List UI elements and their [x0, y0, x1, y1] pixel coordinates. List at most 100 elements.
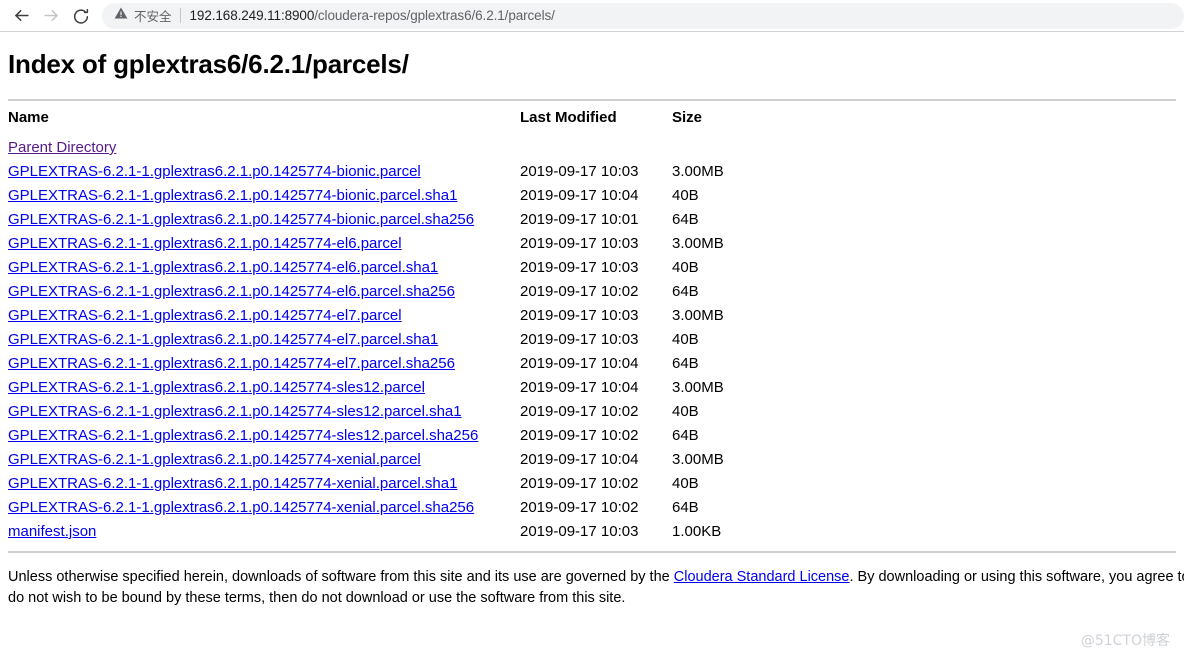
file-link[interactable]: GPLEXTRAS-6.2.1-1.gplextras6.2.1.p0.1425…	[8, 475, 457, 492]
file-size-cell: 40B	[672, 331, 699, 348]
table-row: GPLEXTRAS-6.2.1-1.gplextras6.2.1.p0.1425…	[8, 376, 724, 400]
file-size-cell: 64B	[672, 211, 699, 228]
file-name-cell: GPLEXTRAS-6.2.1-1.gplextras6.2.1.p0.1425…	[8, 448, 520, 472]
file-modified-cell: 2019-09-17 10:02	[520, 403, 639, 420]
column-header-last-modified: Last Modified	[520, 109, 617, 126]
cloudera-standard-license-link[interactable]: Cloudera Standard License	[674, 569, 850, 585]
table-row: GPLEXTRAS-6.2.1-1.gplextras6.2.1.p0.1425…	[8, 160, 724, 184]
table-row: manifest.json 2019-09-17 10:03 1.00KB	[8, 520, 724, 544]
file-link[interactable]: GPLEXTRAS-6.2.1-1.gplextras6.2.1.p0.1425…	[8, 259, 438, 276]
file-name-cell: GPLEXTRAS-6.2.1-1.gplextras6.2.1.p0.1425…	[8, 400, 520, 424]
table-row: GPLEXTRAS-6.2.1-1.gplextras6.2.1.p0.1425…	[8, 496, 724, 520]
file-size-cell: 40B	[672, 259, 699, 276]
file-link[interactable]: GPLEXTRAS-6.2.1-1.gplextras6.2.1.p0.1425…	[8, 235, 402, 252]
file-modified-cell: 2019-09-17 10:03	[520, 163, 639, 180]
file-name-cell: GPLEXTRAS-6.2.1-1.gplextras6.2.1.p0.1425…	[8, 208, 520, 232]
url-path: /cloudera-repos/gplextras6/6.2.1/parcels…	[314, 8, 555, 23]
file-modified-cell: 2019-09-17 10:01	[520, 211, 639, 228]
file-link[interactable]: GPLEXTRAS-6.2.1-1.gplextras6.2.1.p0.1425…	[8, 403, 462, 420]
file-modified-cell: 2019-09-17 10:03	[520, 307, 639, 324]
file-name-cell: GPLEXTRAS-6.2.1-1.gplextras6.2.1.p0.1425…	[8, 496, 520, 520]
reload-icon	[72, 7, 90, 25]
file-name-cell: GPLEXTRAS-6.2.1-1.gplextras6.2.1.p0.1425…	[8, 376, 520, 400]
file-modified-cell: 2019-09-17 10:02	[520, 499, 639, 516]
top-divider	[8, 99, 1176, 101]
column-header-name: Name	[8, 109, 49, 126]
file-size-cell: 40B	[672, 403, 699, 420]
file-size-cell: 40B	[672, 475, 699, 492]
arrow-right-icon	[42, 6, 61, 25]
forward-button[interactable]	[36, 2, 66, 30]
file-modified-cell: 2019-09-17 10:02	[520, 475, 639, 492]
file-link[interactable]: GPLEXTRAS-6.2.1-1.gplextras6.2.1.p0.1425…	[8, 211, 474, 228]
table-row: GPLEXTRAS-6.2.1-1.gplextras6.2.1.p0.1425…	[8, 328, 724, 352]
reload-button[interactable]	[66, 2, 96, 30]
file-size-cell: 64B	[672, 427, 699, 444]
file-link[interactable]: GPLEXTRAS-6.2.1-1.gplextras6.2.1.p0.1425…	[8, 451, 421, 468]
omnibox-separator	[179, 8, 181, 23]
file-link[interactable]: GPLEXTRAS-6.2.1-1.gplextras6.2.1.p0.1425…	[8, 499, 474, 516]
table-row: GPLEXTRAS-6.2.1-1.gplextras6.2.1.p0.1425…	[8, 352, 724, 376]
table-row: GPLEXTRAS-6.2.1-1.gplextras6.2.1.p0.1425…	[8, 184, 724, 208]
file-modified-cell: 2019-09-17 10:02	[520, 283, 639, 300]
url-text: 192.168.249.11:8900/cloudera-repos/gplex…	[190, 8, 555, 23]
file-link[interactable]: GPLEXTRAS-6.2.1-1.gplextras6.2.1.p0.1425…	[8, 307, 402, 324]
page-title: Index of gplextras6/6.2.1/parcels/	[8, 49, 409, 79]
file-modified-cell: 2019-09-17 10:04	[520, 187, 639, 204]
file-name-cell: GPLEXTRAS-6.2.1-1.gplextras6.2.1.p0.1425…	[8, 280, 520, 304]
file-link[interactable]: GPLEXTRAS-6.2.1-1.gplextras6.2.1.p0.1425…	[8, 427, 478, 444]
file-name-cell: GPLEXTRAS-6.2.1-1.gplextras6.2.1.p0.1425…	[8, 424, 520, 448]
file-size-cell: 40B	[672, 187, 699, 204]
file-link[interactable]: GPLEXTRAS-6.2.1-1.gplextras6.2.1.p0.1425…	[8, 163, 421, 180]
file-modified-cell: 2019-09-17 10:02	[520, 427, 639, 444]
file-size-cell: 64B	[672, 355, 699, 372]
table-row-parent-directory: Parent Directory	[8, 136, 724, 160]
file-name-cell: GPLEXTRAS-6.2.1-1.gplextras6.2.1.p0.1425…	[8, 160, 520, 184]
security-status[interactable]: 不安全	[114, 6, 172, 25]
file-size-cell: 64B	[672, 499, 699, 516]
file-modified-cell: 2019-09-17 10:04	[520, 379, 639, 396]
file-listing-table: Name Last Modified Size Parent Directory…	[8, 109, 724, 544]
file-size-cell: 3.00MB	[672, 307, 724, 324]
security-label: 不安全	[134, 10, 172, 24]
table-row: GPLEXTRAS-6.2.1-1.gplextras6.2.1.p0.1425…	[8, 424, 724, 448]
file-modified-cell: 2019-09-17 10:03	[520, 523, 639, 540]
table-row: GPLEXTRAS-6.2.1-1.gplextras6.2.1.p0.1425…	[8, 280, 724, 304]
table-row: GPLEXTRAS-6.2.1-1.gplextras6.2.1.p0.1425…	[8, 256, 724, 280]
file-link[interactable]: GPLEXTRAS-6.2.1-1.gplextras6.2.1.p0.1425…	[8, 379, 425, 396]
table-row: GPLEXTRAS-6.2.1-1.gplextras6.2.1.p0.1425…	[8, 448, 724, 472]
url-host: 192.168.249.11:8900	[189, 8, 315, 23]
back-button[interactable]	[6, 2, 36, 30]
file-name-cell: GPLEXTRAS-6.2.1-1.gplextras6.2.1.p0.1425…	[8, 304, 520, 328]
table-row: GPLEXTRAS-6.2.1-1.gplextras6.2.1.p0.1425…	[8, 232, 724, 256]
file-link[interactable]: GPLEXTRAS-6.2.1-1.gplextras6.2.1.p0.1425…	[8, 187, 457, 204]
file-name-cell: GPLEXTRAS-6.2.1-1.gplextras6.2.1.p0.1425…	[8, 328, 520, 352]
file-link[interactable]: manifest.json	[8, 523, 96, 540]
file-modified-cell: 2019-09-17 10:04	[520, 451, 639, 468]
file-link[interactable]: GPLEXTRAS-6.2.1-1.gplextras6.2.1.p0.1425…	[8, 355, 455, 372]
file-link[interactable]: GPLEXTRAS-6.2.1-1.gplextras6.2.1.p0.1425…	[8, 331, 438, 348]
table-row: GPLEXTRAS-6.2.1-1.gplextras6.2.1.p0.1425…	[8, 208, 724, 232]
file-modified-cell: 2019-09-17 10:03	[520, 235, 639, 252]
file-name-cell: GPLEXTRAS-6.2.1-1.gplextras6.2.1.p0.1425…	[8, 232, 520, 256]
license-footer: Unless otherwise specified herein, downl…	[8, 567, 1184, 609]
file-size-cell: 1.00KB	[672, 523, 722, 540]
address-bar[interactable]: 不安全 192.168.249.11:8900/cloudera-repos/g…	[102, 2, 1184, 29]
file-size-cell: 64B	[672, 283, 699, 300]
file-size-cell: 3.00MB	[672, 163, 724, 180]
watermark: @51CTO博客	[1080, 633, 1170, 649]
file-size-cell: 3.00MB	[672, 451, 724, 468]
table-row: GPLEXTRAS-6.2.1-1.gplextras6.2.1.p0.1425…	[8, 472, 724, 496]
file-link[interactable]: GPLEXTRAS-6.2.1-1.gplextras6.2.1.p0.1425…	[8, 283, 455, 300]
arrow-left-icon	[12, 6, 31, 25]
file-size-cell: 3.00MB	[672, 235, 724, 252]
file-modified-cell: 2019-09-17 10:03	[520, 331, 639, 348]
file-name-cell: manifest.json	[8, 520, 520, 544]
bottom-divider	[8, 551, 1176, 553]
directory-listing-page: Index of gplextras6/6.2.1/parcels/ Name …	[0, 49, 1184, 609]
file-size-cell: 3.00MB	[672, 379, 724, 396]
file-name-cell: GPLEXTRAS-6.2.1-1.gplextras6.2.1.p0.1425…	[8, 352, 520, 376]
warning-triangle-icon	[114, 6, 128, 25]
file-name-cell: GPLEXTRAS-6.2.1-1.gplextras6.2.1.p0.1425…	[8, 184, 520, 208]
parent-directory-link[interactable]: Parent Directory	[8, 139, 116, 156]
